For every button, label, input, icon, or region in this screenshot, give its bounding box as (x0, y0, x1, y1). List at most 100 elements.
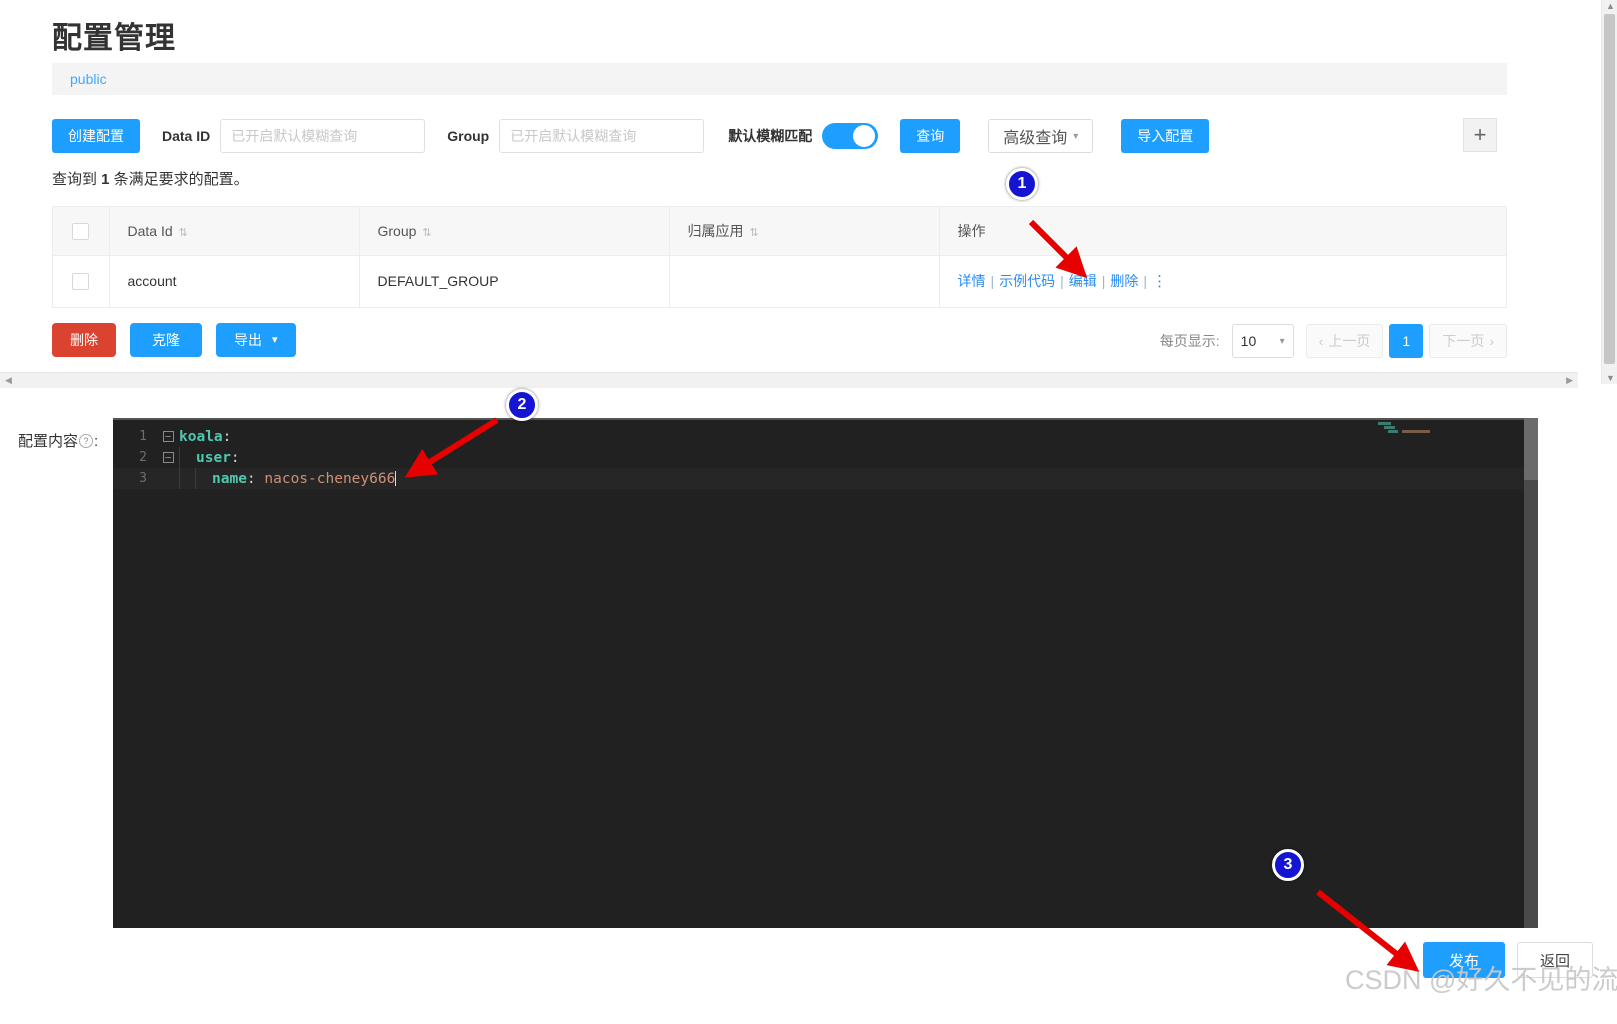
header-group-label: Group (377, 222, 417, 239)
result-count: 1 (101, 171, 110, 188)
result-suffix: 条满足要求的配置。 (109, 171, 249, 188)
group-label: Group (447, 128, 490, 144)
chevron-down-icon: ▾ (1279, 335, 1285, 347)
sort-icon[interactable]: ⇅ (179, 227, 188, 239)
page-1-button[interactable]: 1 (1389, 324, 1424, 358)
yaml-colon: : (230, 449, 240, 466)
yaml-key: name (212, 470, 247, 487)
import-config-button[interactable]: 导入配置 (1121, 119, 1210, 153)
per-page-select[interactable]: 10 ▾ (1231, 324, 1294, 358)
table-header-row: Data Id ⇅ Group ⇅ 归属应用 ⇅ 操作 (53, 207, 1506, 256)
editor-line[interactable]: 1 − koala: (113, 426, 1524, 447)
editor-top-border (113, 418, 1524, 420)
dataid-input[interactable] (220, 119, 426, 153)
sort-icon[interactable]: ⇅ (422, 227, 431, 239)
vertical-dots-icon[interactable]: ⋮ (1152, 273, 1167, 290)
header-operations-label: 操作 (957, 222, 986, 239)
chevron-down-icon: ▾ (272, 333, 278, 346)
question-mark-icon[interactable]: ? (79, 434, 94, 448)
watermark-text: CSDN @好久不见的流星 (1345, 965, 1617, 995)
select-all-checkbox[interactable] (72, 222, 90, 240)
row-checkbox[interactable] (72, 273, 90, 291)
export-label: 导出 (234, 332, 262, 348)
bulk-delete-button[interactable]: 删除 (52, 323, 116, 357)
config-content-label-text: 配置内容 (18, 433, 79, 450)
bulk-clone-button[interactable]: 克隆 (130, 323, 202, 357)
namespace-bar: public (52, 63, 1507, 95)
chevron-down-icon: ▾ (1073, 130, 1079, 142)
scroll-up-arrow-icon[interactable]: ▲ (1606, 1, 1615, 11)
next-page-label: 下一页 (1442, 333, 1485, 349)
per-page-label: 每页显示: (1159, 333, 1220, 349)
result-prefix: 查询到 (52, 171, 102, 188)
page-root: 配置管理 public 创建配置 Data ID Group 默认模糊匹配 查询… (0, 0, 1617, 1024)
next-page-button[interactable]: 下一页 › (1429, 324, 1507, 358)
action-delete-link[interactable]: 删除 (1110, 273, 1138, 289)
scroll-down-arrow-icon[interactable]: ▼ (1606, 373, 1615, 383)
advanced-query-button[interactable]: 高级查询 ▾ (988, 119, 1094, 153)
header-data-id[interactable]: Data Id ⇅ (109, 207, 360, 256)
code-editor[interactable]: 1 − koala: 2 − user: 3 name: nacos-chene… (113, 418, 1538, 928)
chevron-left-icon: ‹ (1318, 333, 1324, 349)
toggle-knob (853, 125, 876, 147)
fuzzy-match-toggle[interactable] (822, 123, 879, 149)
text-caret (395, 470, 397, 486)
cell-group: DEFAULT_GROUP (359, 255, 670, 307)
fold-toggle-icon[interactable]: − (157, 431, 179, 442)
scrollbar-thumb[interactable] (1604, 14, 1615, 364)
editor-line-active[interactable]: 3 name: nacos-cheney666 (113, 468, 1524, 489)
scroll-right-arrow-icon[interactable]: ▶ (1561, 375, 1578, 386)
query-button[interactable]: 查询 (900, 119, 961, 153)
action-detail-link[interactable]: 详情 (958, 273, 986, 289)
fuzzy-match-label: 默认模糊匹配 (728, 128, 813, 144)
annotation-badge-2: 2 (506, 389, 538, 421)
line-code: name: nacos-cheney666 (196, 470, 397, 487)
action-sample-code-link[interactable]: 示例代码 (999, 273, 1055, 289)
panel-horizontal-scrollbar[interactable]: ◀ ▶ (0, 372, 1578, 388)
header-app-label: 归属应用 (687, 222, 744, 239)
header-select-all (53, 207, 110, 256)
scroll-left-arrow-icon[interactable]: ◀ (0, 375, 17, 386)
page-title: 配置管理 (52, 22, 176, 55)
advanced-query-label: 高级查询 (1003, 130, 1068, 147)
yaml-colon: : (246, 470, 256, 487)
header-data-id-label: Data Id (127, 222, 173, 239)
row-action-links: 详情 | 示例代码 | 编辑 | 删除 | ⋮ (958, 273, 1168, 290)
create-config-button[interactable]: 创建配置 (52, 119, 140, 153)
chevron-right-icon: › (1489, 333, 1494, 349)
result-summary: 查询到 1 条满足要求的配置。 (52, 168, 249, 189)
header-operations: 操作 (939, 207, 1506, 256)
config-content-label: 配置内容?: (18, 430, 98, 451)
dataid-label: Data ID (162, 128, 211, 144)
pagination-bar: 每页显示: 10 ▾ ‹ 上一页 1 下一页 › (1160, 324, 1507, 358)
editor-line[interactable]: 2 − user: (113, 447, 1524, 468)
header-group[interactable]: Group ⇅ (359, 207, 670, 256)
sort-icon[interactable]: ⇅ (750, 227, 759, 239)
annotation-badge-1: 1 (1006, 168, 1038, 200)
editor-vertical-scrollbar[interactable] (1524, 418, 1538, 928)
group-input[interactable] (499, 119, 705, 153)
page-vertical-scrollbar[interactable]: ▲ ▼ (1601, 0, 1617, 384)
search-toolbar: 创建配置 Data ID Group 默认模糊匹配 查询 高级查询 ▾ 导入配置 (52, 118, 1507, 154)
page-buttons: ‹ 上一页 1 下一页 › (1305, 324, 1507, 358)
editor-scrollbar-thumb[interactable] (1524, 418, 1538, 480)
line-number: 2 (139, 450, 147, 465)
prev-page-label: 上一页 (1328, 333, 1371, 349)
minimap-line-1 (1378, 422, 1391, 425)
action-separator: | (1101, 273, 1106, 290)
add-icon[interactable]: + (1463, 118, 1497, 152)
table-row: account DEFAULT_GROUP 详情 | 示例代码 | 编辑 | 删除 | ⋮ (53, 255, 1506, 307)
header-app[interactable]: 归属应用 ⇅ (669, 207, 940, 256)
action-separator: | (1143, 273, 1148, 290)
label-colon: : (94, 433, 99, 450)
line-number: 3 (139, 471, 147, 486)
action-edit-link[interactable]: 编辑 (1069, 273, 1097, 289)
prev-page-button[interactable]: ‹ 上一页 (1305, 324, 1384, 358)
namespace-link[interactable]: public (70, 71, 107, 87)
bulk-export-button[interactable]: 导出 ▾ (216, 323, 296, 357)
yaml-key: user (196, 449, 231, 466)
fold-toggle-icon[interactable]: − (157, 452, 179, 463)
annotation-badge-3: 3 (1272, 849, 1304, 881)
config-table: Data Id ⇅ Group ⇅ 归属应用 ⇅ 操作 account DEFA… (52, 206, 1507, 308)
cell-data-id: account (109, 255, 360, 307)
